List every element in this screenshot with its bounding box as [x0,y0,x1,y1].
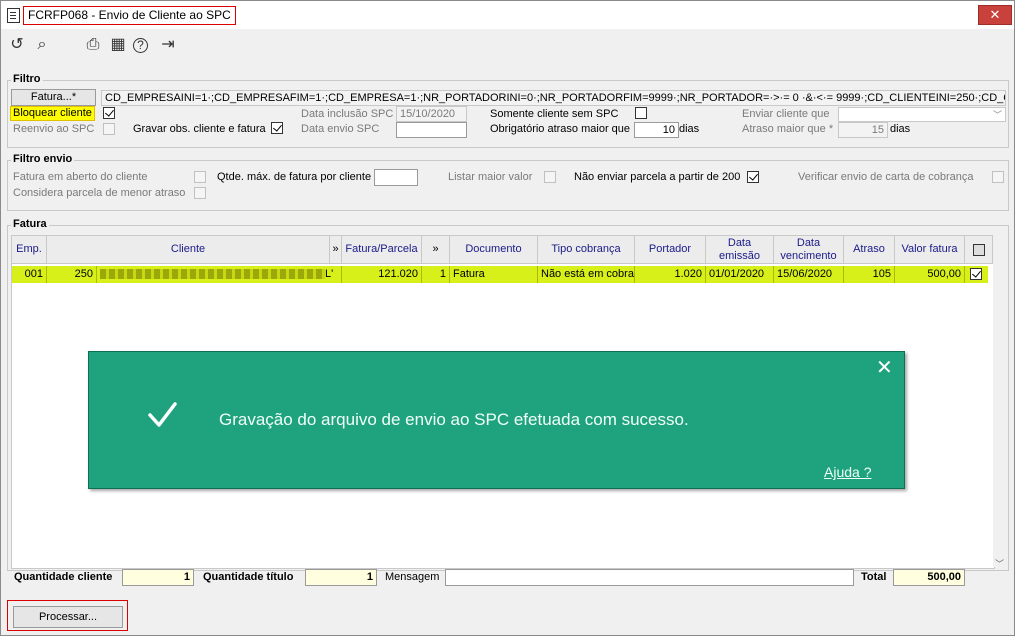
atraso-maior-field[interactable]: 15 [838,122,888,138]
cell-data-emissao: 01/01/2020 [706,266,774,283]
cell-atraso: 105 [844,266,895,283]
grid-scrollbar[interactable]: ﹀ [993,235,1007,570]
search-icon[interactable]: ⌕ [32,35,52,55]
col-documento[interactable]: Documento [450,236,538,264]
qtd-titulo-label: Quantidade título [203,571,294,583]
mensagem-label: Mensagem [385,571,440,583]
print-icon[interactable]: ⎙ [83,35,103,55]
qtd-cliente-label: Quantidade cliente [14,571,113,583]
col-atraso[interactable]: Atraso [844,236,895,264]
main-window: FCRFP068 - Envio de Cliente ao SPC ✕ ↺ ⌕… [0,0,1015,636]
help-icon[interactable]: ? [133,38,148,53]
cell-data-vencimento: 15/06/2020 [774,266,844,283]
data-envio-label: Data envio SPC [301,123,380,135]
toast-help-link[interactable]: Ajuda ? [824,464,871,480]
data-envio-field[interactable] [396,122,467,138]
atraso-maior-label: Atraso maior que * [742,123,834,135]
verificar-carta-checkbox[interactable] [992,171,1004,183]
cell-parcela: 1 [422,266,450,283]
reenvio-spc-checkbox[interactable] [103,123,115,135]
window-title: FCRFP068 - Envio de Cliente ao SPC [23,6,236,25]
success-toast: Gravação do arquivo de envio ao SPC efet… [88,351,905,489]
col-portador[interactable]: Portador [635,236,706,264]
considera-parcela-checkbox[interactable] [194,187,206,199]
reenvio-spc-label: Reenvio ao SPC [13,123,95,135]
fatura-filter-button[interactable]: Fatura...* [11,89,96,106]
toast-message: Gravação do arquivo de envio ao SPC efet… [219,410,689,429]
cell-select [965,266,988,283]
close-icon[interactable]: ✕ [876,358,893,378]
filtro-legend: Filtro [11,73,43,85]
listar-maior-label: Listar maior valor [448,171,533,183]
dias-label: dias [679,123,700,135]
dias-label-2: dias [890,123,911,135]
exit-icon[interactable]: ⇥ [158,35,178,55]
obrigatorio-atraso-label: Obrigatório atraso maior que [490,123,631,135]
bloquear-cliente-checkbox[interactable] [103,107,115,119]
fatura-legend: Fatura [11,218,49,230]
qtd-cliente-field: 1 [122,569,194,586]
data-inclusao-field[interactable]: 15/10/2020 [396,106,467,122]
window-close-button[interactable]: ✕ [978,5,1012,25]
col-expand-fatura[interactable]: » [422,236,450,264]
data-inclusao-label: Data inclusão SPC [301,108,394,120]
chevron-down-icon[interactable]: ﹀ [995,557,1004,570]
col-cliente[interactable]: Cliente [47,236,330,264]
col-data-emissao[interactable]: Data emissão [706,236,774,264]
calendar-icon[interactable]: ▦ [108,35,128,55]
qtde-max-field[interactable] [374,169,418,186]
row-select-checkbox[interactable] [970,268,982,280]
chevron-down-icon: ﹀ [992,110,1002,120]
select-all-checkbox[interactable] [972,243,985,256]
redacted-name [100,269,325,279]
fatura-aberto-checkbox[interactable] [194,171,206,183]
table-row[interactable]: 001 250 L' 121.020 1 Fatura Não está em … [12,266,988,283]
enviar-cliente-que-select[interactable]: ﹀ [838,107,1006,122]
col-emp[interactable]: Emp. [12,236,47,264]
total-label: Total [861,571,887,583]
document-icon [7,8,20,23]
toolbar: ↺ ⌕ ⎙ ▦ ? ⇥ [1,31,1014,59]
obrigatorio-atraso-field[interactable]: 10 [634,122,679,138]
col-tipo-cobranca[interactable]: Tipo cobrança [538,236,635,264]
verificar-carta-label: Verificar envio de carta de cobrança [798,171,974,183]
somente-sem-spc-checkbox[interactable] [635,107,647,119]
nao-enviar-checkbox[interactable] [747,171,759,183]
title-bar: FCRFP068 - Envio de Cliente ao SPC ✕ [1,1,1014,29]
col-valor-fatura[interactable]: Valor fatura [895,236,965,264]
cell-emp: 001 [12,266,47,283]
cell-cliente-nome: L' [97,266,342,283]
cell-tipo-cobranca: Não está em cobra [538,266,635,283]
cliente-name-tail: L' [325,268,334,280]
considera-parcela-label: Considera parcela de menor atraso [13,187,186,199]
cell-portador: 1.020 [635,266,706,283]
total-field: 500,00 [893,569,965,586]
filtro-envio-legend: Filtro envio [11,153,75,165]
nao-enviar-label: Não enviar parcela a partir de 200 [574,171,741,183]
filter-expression-field[interactable]: CD_EMPRESAINI=1·;CD_EMPRESAFIM=1·;CD_EMP… [101,90,1006,106]
filtro-envio-group: Filtro envio [7,153,1009,211]
check-icon [148,402,177,427]
bloquear-cliente-label: Bloquear cliente [10,106,95,121]
qtd-titulo-field: 1 [305,569,377,586]
cell-valor-fatura: 500,00 [895,266,965,283]
col-data-vencimento[interactable]: Data vencimento [774,236,844,264]
enviar-cliente-que-label: Enviar cliente que [742,108,830,120]
col-expand-cliente[interactable]: » [330,236,342,264]
mensagem-field[interactable] [445,569,854,586]
cell-fatura: 121.020 [342,266,422,283]
cell-documento: Fatura [450,266,538,283]
somente-sem-spc-label: Somente cliente sem SPC [490,108,619,120]
processar-button[interactable]: Processar... [13,606,123,628]
cell-cliente-codigo: 250 [47,266,97,283]
listar-maior-checkbox[interactable] [544,171,556,183]
col-fatura-parcela[interactable]: Fatura/Parcela [342,236,422,264]
gravar-obs-label: Gravar obs. cliente e fatura [133,123,266,135]
col-select-all[interactable] [965,236,993,264]
qtde-max-label: Qtde. máx. de fatura por cliente [217,171,372,183]
undo-icon[interactable]: ↺ [7,35,27,55]
fatura-aberto-label: Fatura em aberto do cliente [13,171,148,183]
gravar-obs-checkbox[interactable] [271,122,283,134]
